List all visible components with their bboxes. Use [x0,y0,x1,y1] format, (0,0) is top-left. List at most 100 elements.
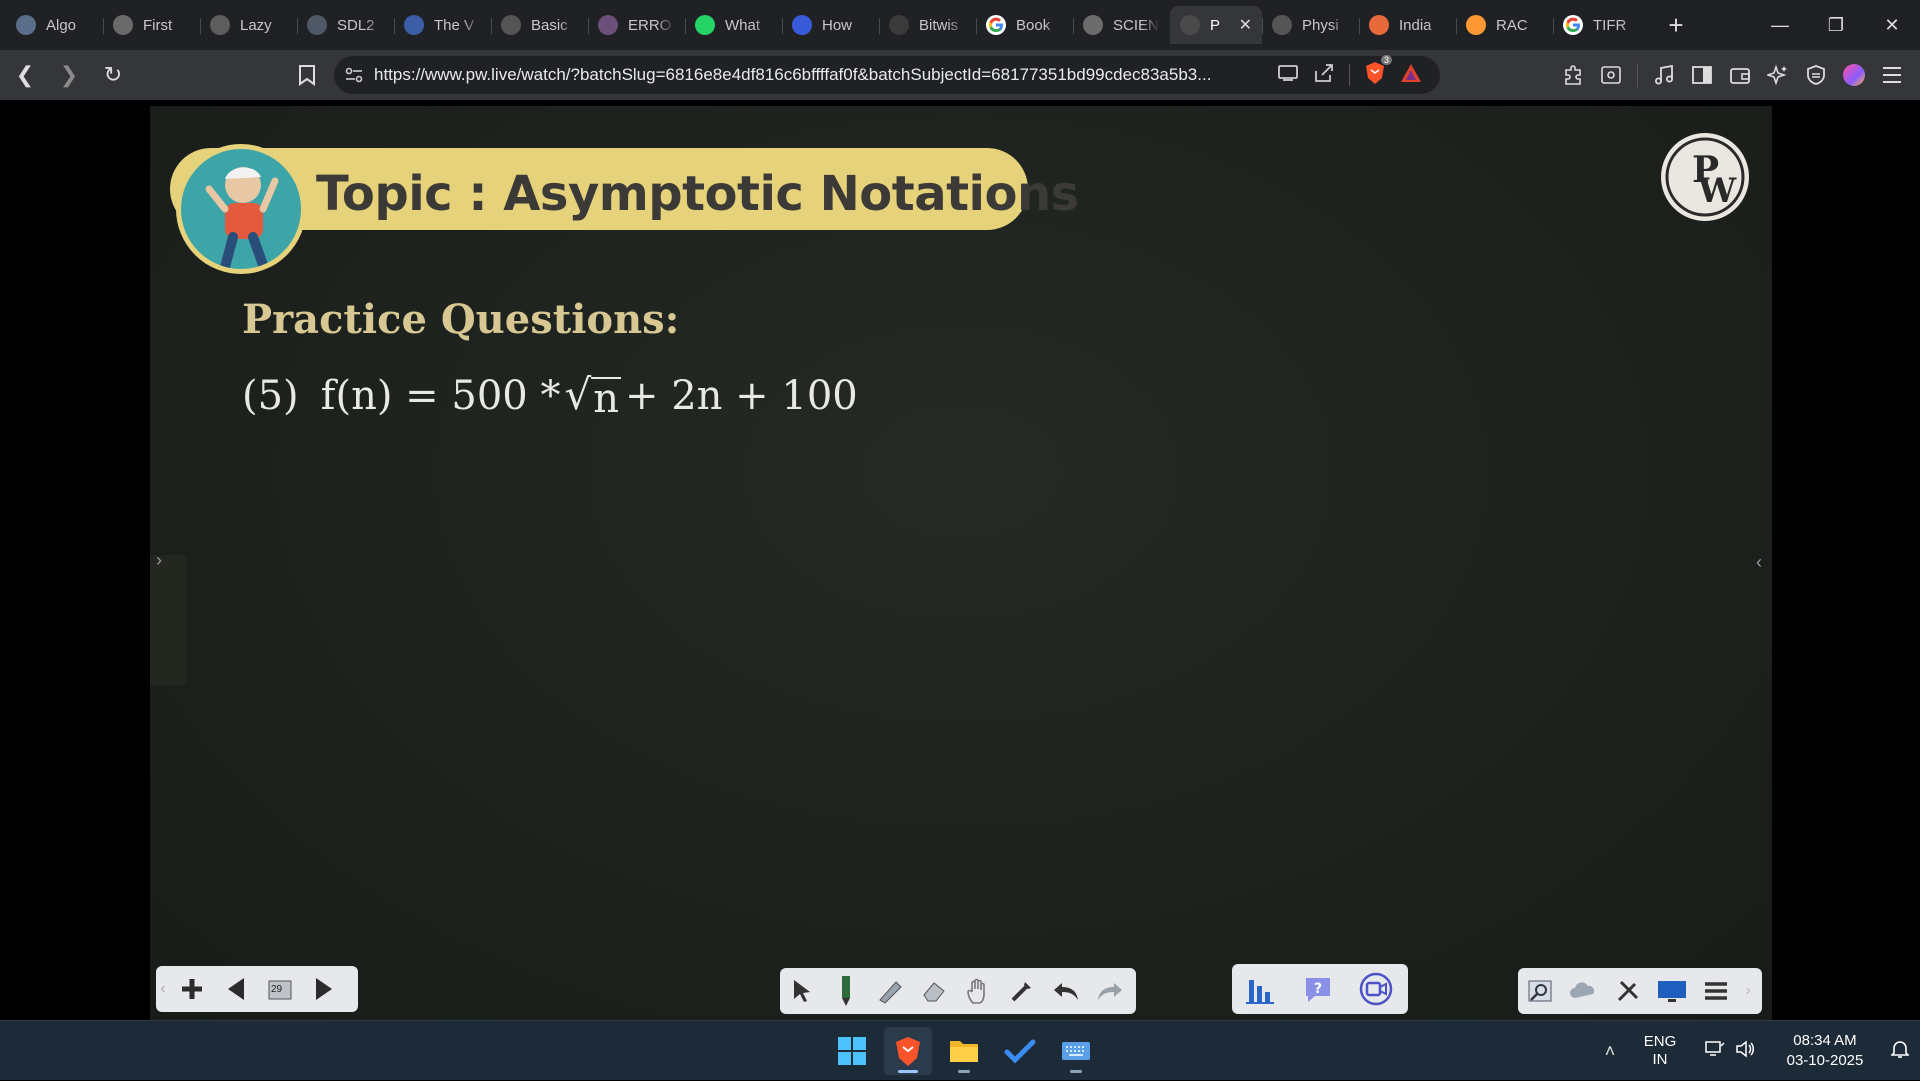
sidebar-icon[interactable] [1686,59,1718,91]
forward-icon[interactable]: ❯ [50,56,88,94]
previous-slide-icon[interactable] [214,967,258,1011]
screen-share-icon[interactable] [1650,969,1694,1013]
restore-icon[interactable]: ❐ [1808,0,1864,50]
hand-tool-icon[interactable] [956,969,1000,1013]
url-text[interactable]: https://www.pw.live/watch/?batchSlug=681… [374,65,1277,85]
file-explorer-icon[interactable] [940,1027,988,1075]
language-indicator[interactable]: ENG IN [1630,1033,1690,1069]
how-tab-icon [792,15,812,35]
tab-label: India [1399,16,1432,34]
tab-7[interactable]: What [685,6,782,44]
reload-icon[interactable]: ↻ [94,56,132,94]
new-tab-button[interactable]: + [1656,10,1696,41]
tab-1[interactable]: First [103,6,200,44]
media-icon[interactable] [1648,59,1680,91]
show-hidden-icons-icon[interactable]: ˄ [1590,1041,1630,1062]
tab-10[interactable]: Book [976,6,1073,44]
left-panel-chevron-icon[interactable]: › [156,550,162,571]
question-icon[interactable]: ? [1288,967,1348,1011]
tab-label: What [725,16,761,34]
tab-label: Bitwis [919,16,959,34]
keyboard-app-icon[interactable] [1052,1027,1100,1075]
site-settings-icon[interactable] [334,67,374,83]
profile-avatar[interactable] [1838,59,1870,91]
highlighter-tool-icon[interactable] [868,969,912,1013]
tab-13[interactable]: Physi [1262,6,1359,44]
basic-tab-icon [501,15,521,35]
brave-rewards-icon[interactable] [1400,63,1422,88]
brave-shields-icon[interactable]: 3 [1364,54,1392,90]
region-code: IN [1652,1051,1668,1068]
extensions-icon[interactable] [1557,59,1589,91]
tab-9[interactable]: Bitwis [879,6,976,44]
nav-collapse-icon[interactable]: ‹ [156,967,170,1011]
address-bar[interactable]: https://www.pw.live/watch/?batchSlug=681… [334,54,1440,94]
tab-label: Book [1016,16,1051,34]
bookmark-icon[interactable] [292,60,322,90]
tab-6[interactable]: ERRO [588,6,685,44]
clock-date: 03-10-2025 [1786,1052,1864,1069]
tab-3[interactable]: SDL2 [297,6,394,44]
language-code: ENG [1643,1033,1677,1050]
tab-0[interactable]: Algo [6,6,103,44]
tab-12[interactable]: P ✕ [1170,6,1262,44]
mascot-image [176,144,306,274]
slide-thumbnail-icon[interactable]: 29 [258,967,302,1011]
pointer-tool-icon[interactable] [780,969,824,1013]
drawing-toolbar [780,968,1136,1014]
tab-15[interactable]: RAC [1456,6,1553,44]
tab-label: The V [434,16,475,34]
tab-2[interactable]: Lazy [200,6,297,44]
pen-tool-icon[interactable] [824,969,868,1013]
list-menu-icon[interactable] [1694,969,1738,1013]
next-slide-icon[interactable] [302,967,346,1011]
practice-question: (5) f(n) = 500 * √ n + 2n + 100 [242,370,858,419]
system-status[interactable] [1690,1040,1770,1062]
video-chat-icon[interactable] [1348,967,1404,1011]
notification-bell-icon[interactable] [1880,1039,1920,1063]
tab-11[interactable]: SCIEN [1073,6,1170,44]
pw-logo: P W PW [1658,130,1752,224]
tab-label: First [143,16,173,34]
tab-5[interactable]: Basic [491,6,588,44]
bitwise-tab-icon [889,15,909,35]
algo-tab-icon [16,15,36,35]
add-slide-icon[interactable] [170,967,214,1011]
close-window-icon[interactable]: ✕ [1864,0,1920,50]
redo-icon[interactable] [1088,969,1132,1013]
tab-4[interactable]: The V [394,6,491,44]
start-button[interactable] [828,1027,876,1075]
tab-strip: Algo First Lazy SDL2 The V Basic ERRO What How Bi… [0,0,1696,50]
window-controls: — ❐ ✕ [1752,0,1920,50]
vpn-icon[interactable] [1800,59,1832,91]
todo-icon[interactable] [996,1027,1044,1075]
google-tab-icon [1563,15,1583,35]
minimize-icon[interactable]: — [1752,0,1808,50]
toolbar-actions [1557,50,1920,100]
cloud-tool-icon[interactable] [1562,969,1606,1013]
tab-8[interactable]: How [782,6,879,44]
utility-collapse-icon[interactable]: › [1738,969,1758,1013]
tools-icon[interactable] [1606,969,1650,1013]
zoom-image-icon[interactable] [1518,969,1562,1013]
back-icon[interactable]: ❮ [6,56,44,94]
poll-chart-icon[interactable] [1232,967,1288,1011]
right-panel-chevron-icon[interactable]: ‹ [1756,552,1762,573]
clock[interactable]: 08:34 AM 03-10-2025 [1770,1031,1880,1071]
laser-tool-icon[interactable] [1000,969,1044,1013]
question-number: (5) [242,373,299,419]
video-player[interactable]: › ‹ Topic : Asymptotic Notations P W PW … [0,100,1920,1020]
leo-ai-icon[interactable] [1762,59,1794,91]
cast-icon[interactable] [1277,64,1299,87]
whatsapp-tab-icon [695,15,715,35]
share-icon[interactable] [1313,63,1335,88]
brave-taskbar-icon[interactable] [884,1027,932,1075]
close-tab-icon[interactable]: ✕ [1239,15,1252,35]
undo-icon[interactable] [1044,969,1088,1013]
menu-icon[interactable] [1876,59,1908,91]
wallet-icon[interactable] [1724,59,1756,91]
reader-mode-icon[interactable] [1595,59,1627,91]
eraser-tool-icon[interactable] [912,969,956,1013]
tab-14[interactable]: India [1359,6,1456,44]
tab-16[interactable]: TIFR [1553,6,1650,44]
